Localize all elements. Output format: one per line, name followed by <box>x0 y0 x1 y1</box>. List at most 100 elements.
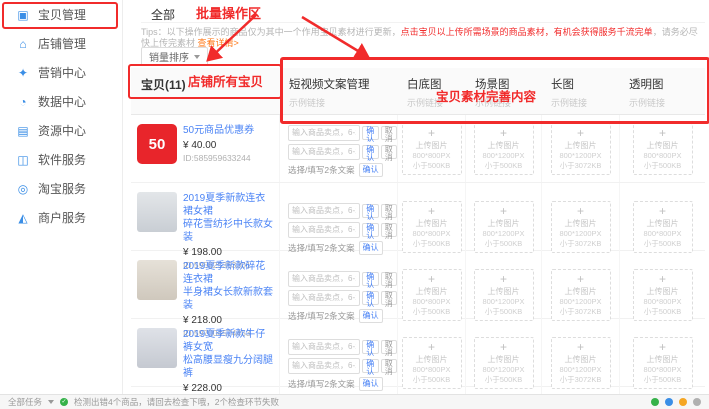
confirm-button[interactable]: 确认 <box>362 126 379 140</box>
plus-icon: + <box>428 341 435 353</box>
product-title-link[interactable]: 2019夏季新款碎花连衣裙半身裙女长款新款套装 <box>183 260 275 312</box>
product-image[interactable] <box>137 192 177 232</box>
product-title-link[interactable]: 2019夏季新款牛仔裤女宽松高腰显瘦九分阔腿裤 <box>183 328 275 380</box>
merchant-service-icon: ◭ <box>16 211 30 225</box>
sidebar-item-product-manage[interactable]: ▣宝贝管理 <box>0 0 122 29</box>
upload-size-hint: 800*1200PX <box>482 298 524 307</box>
upload-image-button[interactable]: +上传图片800*1200PX小于500KB <box>474 269 534 321</box>
column-header-upload-0: 白底图示例链接 <box>397 68 465 114</box>
sort-button[interactable]: 销量排序 <box>141 47 208 66</box>
upload-image-button[interactable]: +上传图片800*1200PX小于3072KB <box>551 269 611 321</box>
sidebar-item-marketing-center[interactable]: ✦营销中心 <box>0 58 122 87</box>
upload-kb-hint: 小于500KB <box>485 376 523 385</box>
confirm-button[interactable]: 确认 <box>362 272 379 286</box>
upload-cell-2: +上传图片800*1200PX小于3072KB <box>541 319 619 395</box>
tab-all[interactable]: 全部 <box>151 6 175 23</box>
confirm-button[interactable]: 确认 <box>362 223 379 237</box>
selling-point-input[interactable] <box>288 339 360 355</box>
upload-image-button[interactable]: +上传图片800*800PX小于500KB <box>402 201 462 253</box>
pick-copy-link[interactable]: 选择/填写2条文案 <box>288 164 355 176</box>
confirm-button[interactable]: 确认 <box>362 359 379 373</box>
tray-icon-4[interactable] <box>693 398 701 406</box>
upload-image-button[interactable]: +上传图片800*800PX小于500KB <box>402 269 462 321</box>
upload-kb-hint: 小于500KB <box>644 162 682 171</box>
upload-image-button[interactable]: +上传图片800*1200PX小于3072KB <box>551 123 611 175</box>
selling-point-input[interactable] <box>288 222 360 238</box>
tray-icon-3[interactable] <box>679 398 687 406</box>
column-header-upload-2-example-link[interactable]: 示例链接 <box>551 96 619 109</box>
sidebar-item-shop-manage[interactable]: ⌂店铺管理 <box>0 29 122 58</box>
upload-image-button[interactable]: +上传图片800*800PX小于500KB <box>402 337 462 389</box>
plus-icon: + <box>577 273 584 285</box>
confirm-button[interactable]: 确认 <box>362 340 379 354</box>
upload-image-button[interactable]: +上传图片800*1200PX小于3072KB <box>551 337 611 389</box>
product-image[interactable] <box>137 260 177 300</box>
upload-kb-hint: 小于500KB <box>485 240 523 249</box>
upload-cell-3: +上传图片800*800PX小于500KB <box>619 319 705 395</box>
column-header-upload-0-example-link[interactable]: 示例链接 <box>407 96 465 109</box>
upload-cell-0: +上传图片800*800PX小于500KB <box>397 115 465 182</box>
sidebar-item-taobao-service[interactable]: ◎淘宝服务 <box>0 174 122 203</box>
confirm-button[interactable]: 确认 <box>362 145 379 159</box>
sidebar-item-merchant-service[interactable]: ◭商户服务 <box>0 203 122 232</box>
confirm-button[interactable]: 确认 <box>362 291 379 305</box>
column-header-upload-2: 长图示例链接 <box>541 68 619 114</box>
upload-image-button[interactable]: +上传图片800*800PX小于500KB <box>402 123 462 175</box>
tray-icon-2[interactable] <box>665 398 673 406</box>
upload-image-button[interactable]: +上传图片800*1200PX小于3072KB <box>551 201 611 253</box>
upload-label: 上传图片 <box>565 140 597 151</box>
table-row: 2019夏季新款牛仔裤女宽松高腰显瘦九分阔腿裤¥ 228.00ID:595084… <box>131 319 705 387</box>
statusbar-tasks-label[interactable]: 全部任务 <box>8 396 42 408</box>
cancel-button[interactable]: 取消 <box>381 126 398 140</box>
cancel-button[interactable]: 取消 <box>381 272 398 286</box>
upload-image-button[interactable]: +上传图片800*800PX小于500KB <box>633 123 693 175</box>
upload-image-button[interactable]: +上传图片800*800PX小于500KB <box>633 201 693 253</box>
column-header-upload-3-example-link[interactable]: 示例链接 <box>629 96 705 109</box>
confirm-button[interactable]: 确认 <box>362 204 379 218</box>
product-title-link[interactable]: 50元商品优惠券 <box>183 124 254 137</box>
sidebar-item-label: 资源中心 <box>38 122 86 139</box>
plus-icon: + <box>577 127 584 139</box>
sidebar-item-resource-center[interactable]: ▤资源中心 <box>0 116 122 145</box>
upload-kb-hint: 小于500KB <box>413 240 451 249</box>
data-center-icon: ◔ <box>16 95 30 109</box>
upload-kb-hint: 小于500KB <box>413 308 451 317</box>
selling-point-input[interactable] <box>288 203 360 219</box>
product-image[interactable] <box>137 328 177 368</box>
upload-image-button[interactable]: +上传图片800*1200PX小于500KB <box>474 201 534 253</box>
upload-image-button[interactable]: +上传图片800*1200PX小于500KB <box>474 337 534 389</box>
selling-point-input[interactable] <box>288 290 360 306</box>
upload-image-button[interactable]: +上传图片800*800PX小于500KB <box>633 269 693 321</box>
cancel-button[interactable]: 取消 <box>381 291 398 305</box>
upload-label: 上传图片 <box>647 218 679 229</box>
upload-cell-0: +上传图片800*800PX小于500KB <box>397 319 465 395</box>
statusbar-status-text: 检测出错4个商品，请回去检查下哦，2个检查环节失败 <box>74 396 279 408</box>
column-header-upload-1-example-link[interactable]: 示例链接 <box>475 96 541 109</box>
sidebar-item-data-center[interactable]: ◔数据中心 <box>0 87 122 116</box>
confirm-button[interactable]: 确认 <box>359 163 383 177</box>
cancel-button[interactable]: 取消 <box>381 204 398 218</box>
cancel-button[interactable]: 取消 <box>381 340 398 354</box>
table-header: 宝贝(11)短视频文案管理示例链接白底图示例链接场景图示例链接长图示例链接透明图… <box>131 68 705 115</box>
coupon-image[interactable]: 50 <box>137 124 177 164</box>
plus-icon: + <box>577 205 584 217</box>
product-title-link[interactable]: 2019夏季新款连衣裙女裙碎花雪纺衫中长款女装 <box>183 192 275 244</box>
upload-image-button[interactable]: +上传图片800*800PX小于500KB <box>633 337 693 389</box>
upload-kb-hint: 小于3072KB <box>560 162 602 171</box>
sort-button-label: 销量排序 <box>149 49 189 64</box>
tray-icon-1[interactable] <box>651 398 659 406</box>
column-header-copy-example-link[interactable]: 示例链接 <box>289 96 397 109</box>
cancel-button[interactable]: 取消 <box>381 145 398 159</box>
selling-point-input[interactable] <box>288 125 360 141</box>
upload-kb-hint: 小于500KB <box>413 162 451 171</box>
sidebar-item-label: 店铺管理 <box>38 35 86 52</box>
cancel-button[interactable]: 取消 <box>381 359 398 373</box>
upload-image-button[interactable]: +上传图片800*1200PX小于500KB <box>474 123 534 175</box>
selling-point-input[interactable] <box>288 271 360 287</box>
selling-point-input[interactable] <box>288 144 360 160</box>
selling-point-input[interactable] <box>288 358 360 374</box>
upload-kb-hint: 小于3072KB <box>560 240 602 249</box>
cancel-button[interactable]: 取消 <box>381 223 398 237</box>
table-row: 5050元商品优惠券¥ 40.00ID:585959633244确认取消确认取消… <box>131 115 705 183</box>
sidebar-item-software-service[interactable]: ◫软件服务 <box>0 145 122 174</box>
